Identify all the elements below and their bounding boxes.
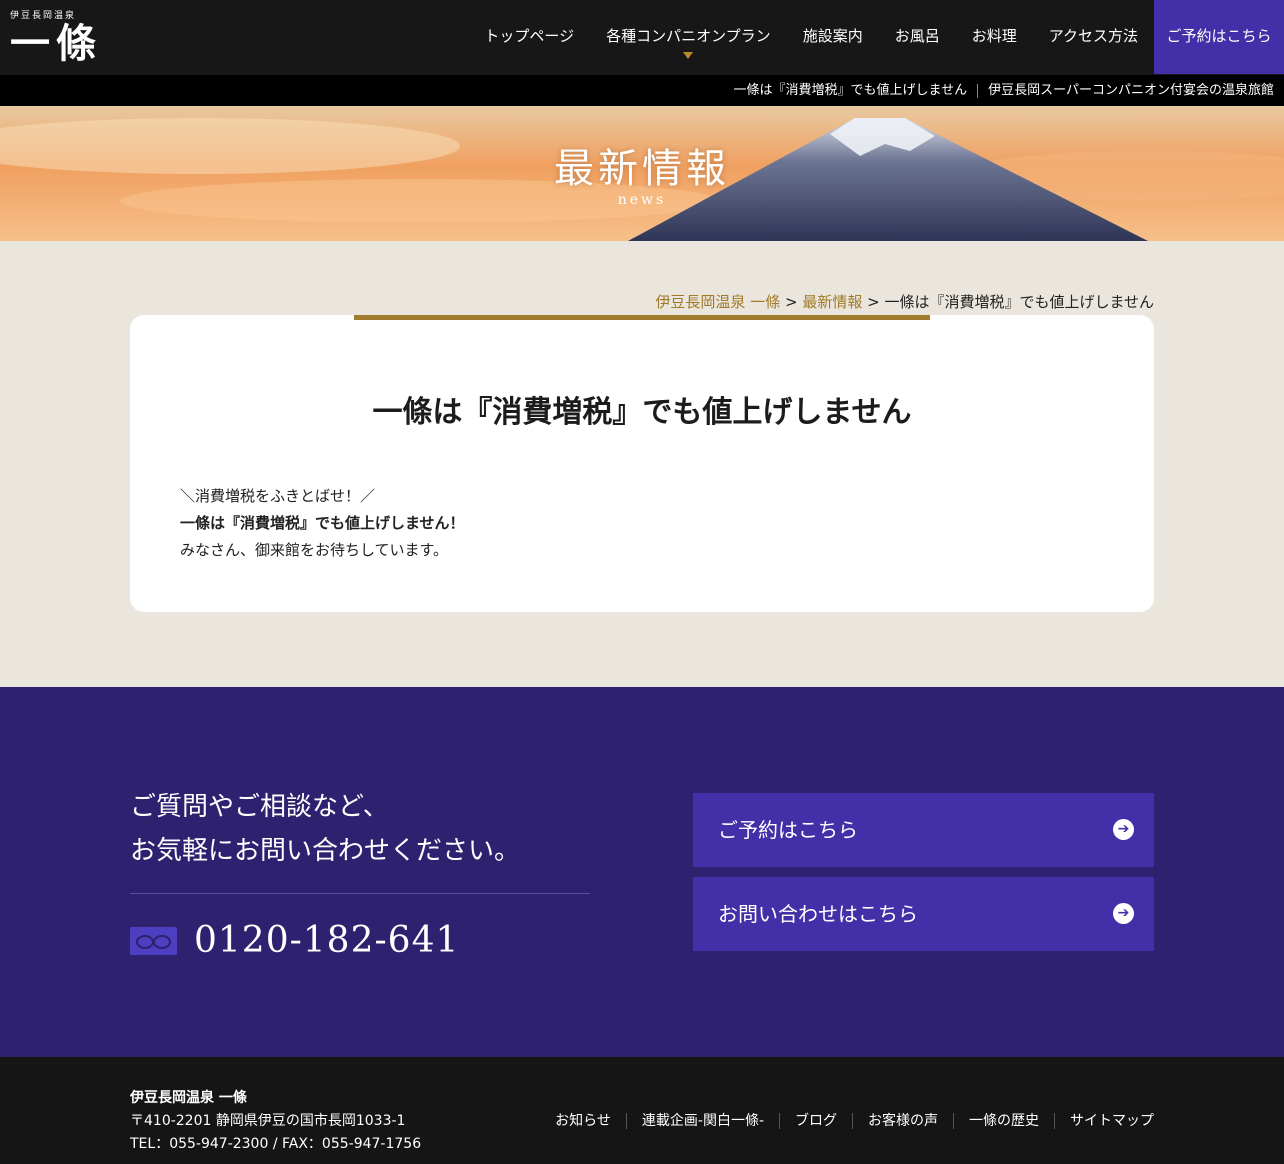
main-nav: トップページ 各種コンパニオンプラン 施設案内 お風呂 お料理 アクセス方法: [468, 0, 1154, 74]
footer-address: 〒410-2201 静岡県伊豆の国市長岡1033-1: [130, 1113, 406, 1129]
main-content: 伊豆長岡温泉 一條 > 最新情報 > 一條は『消費増税』でも値上げしません 一條…: [0, 241, 1284, 687]
nav-item-companion-plans[interactable]: 各種コンパニオンプラン: [590, 0, 787, 74]
contact-section: ご質問やご相談など、 お気軽にお問い合わせください。 0120-182-641 …: [0, 687, 1284, 1057]
reserve-button-label: ご予約はこちら: [718, 818, 858, 842]
footer-info: 伊豆長岡温泉 一條 〒410-2201 静岡県伊豆の国市長岡1033-1 TEL…: [130, 1087, 421, 1156]
contact-message-line: ご質問やご相談など、: [130, 792, 389, 822]
article-body: ＼消費増税をふきとばせ！／ 一條は『消費増税』でも値上げしません！ みなさん、御…: [180, 483, 465, 564]
header-reserve-button[interactable]: ご予約はこちら: [1154, 0, 1284, 74]
breadcrumb: 伊豆長岡温泉 一條 > 最新情報 > 一條は『消費増税』でも値上げしません: [655, 291, 1154, 312]
footer-link-reviews[interactable]: お客様の声: [852, 1113, 953, 1129]
site-header: 伊豆長岡温泉 一條 トップページ 各種コンパニオンプラン 施設案内 お風呂 お料…: [0, 0, 1284, 75]
footer-nav: お知らせ 連載企画-関白一條- ブログ お客様の声 一條の歴史 サイトマップ: [540, 1113, 1154, 1129]
nav-item-bath[interactable]: お風呂: [879, 0, 956, 74]
arrow-right-icon: ➔: [1113, 819, 1134, 840]
hero-banner: 最新情報 news: [0, 106, 1284, 241]
footer-name: 伊豆長岡温泉 一條: [130, 1090, 247, 1106]
breadcrumb-news[interactable]: 最新情報: [802, 293, 862, 311]
footer-link-news[interactable]: お知らせ: [540, 1113, 626, 1129]
article-title: 一條は『消費増税』でも値上げしません: [372, 395, 912, 430]
footer-link-sitemap[interactable]: サイトマップ: [1054, 1113, 1154, 1129]
article-card: 一條は『消費増税』でも値上げしません ＼消費増税をふきとばせ！／ 一條は『消費増…: [130, 315, 1154, 612]
subbar-page-title: 一條は『消費増税』でも値上げしません: [733, 83, 968, 98]
breadcrumb-separator: >: [780, 293, 803, 311]
breadcrumb-separator: >: [862, 293, 885, 311]
nav-item-cuisine[interactable]: お料理: [956, 0, 1033, 74]
article-line: みなさん、御来館をお待ちしています。: [180, 541, 449, 559]
phone-number-text: 0120-182-641: [194, 920, 460, 961]
card-accent-bar: [354, 315, 930, 320]
free-dial-icon: [130, 926, 177, 955]
site-footer: 伊豆長岡温泉 一條 〒410-2201 静岡県伊豆の国市長岡1033-1 TEL…: [0, 1057, 1284, 1164]
divider: [130, 893, 590, 894]
breadcrumb-home[interactable]: 伊豆長岡温泉 一條: [655, 293, 780, 311]
reserve-button[interactable]: ご予約はこちら ➔: [693, 793, 1154, 867]
dropdown-arrow-icon: [683, 52, 694, 59]
logo-title: 一條: [10, 20, 102, 67]
contact-message: ご質問やご相談など、 お気軽にお問い合わせください。: [130, 785, 520, 873]
article-line: 一條は『消費増税』でも値上げしません！: [180, 514, 465, 532]
nav-item-access[interactable]: アクセス方法: [1033, 0, 1154, 74]
footer-link-series[interactable]: 連載企画-関白一條-: [625, 1113, 779, 1129]
hero-title: 最新情報: [554, 146, 730, 192]
inquiry-button[interactable]: お問い合わせはこちら ➔: [693, 877, 1154, 951]
article-line: ＼消費増税をふきとばせ！／: [180, 487, 376, 505]
breadcrumb-current: 一條は『消費増税』でも値上げしません: [884, 293, 1154, 311]
nav-item-top[interactable]: トップページ: [468, 0, 590, 74]
subheader-bar: 一條は『消費増税』でも値上げしません 伊豆長岡スーパーコンパニオン付宴会の温泉旅館: [0, 75, 1284, 106]
footer-link-history[interactable]: 一條の歴史: [953, 1113, 1054, 1129]
nav-item-facilities[interactable]: 施設案内: [787, 0, 879, 74]
divider: [977, 83, 979, 98]
subbar-tagline: 伊豆長岡スーパーコンパニオン付宴会の温泉旅館: [988, 83, 1274, 98]
nav-item-label: 各種コンパニオンプラン: [606, 27, 771, 45]
footer-link-blog[interactable]: ブログ: [779, 1113, 852, 1129]
hero-subtitle: news: [617, 192, 667, 208]
arrow-right-icon: ➔: [1113, 903, 1134, 924]
site-logo[interactable]: 伊豆長岡温泉 一條: [10, 8, 102, 67]
footer-tel: TEL：055-947-2300 / FAX：055-947-1756: [130, 1136, 422, 1152]
inquiry-button-label: お問い合わせはこちら: [718, 902, 918, 926]
phone-number[interactable]: 0120-182-641: [130, 920, 459, 961]
contact-message-line: お気軽にお問い合わせください。: [130, 836, 521, 866]
